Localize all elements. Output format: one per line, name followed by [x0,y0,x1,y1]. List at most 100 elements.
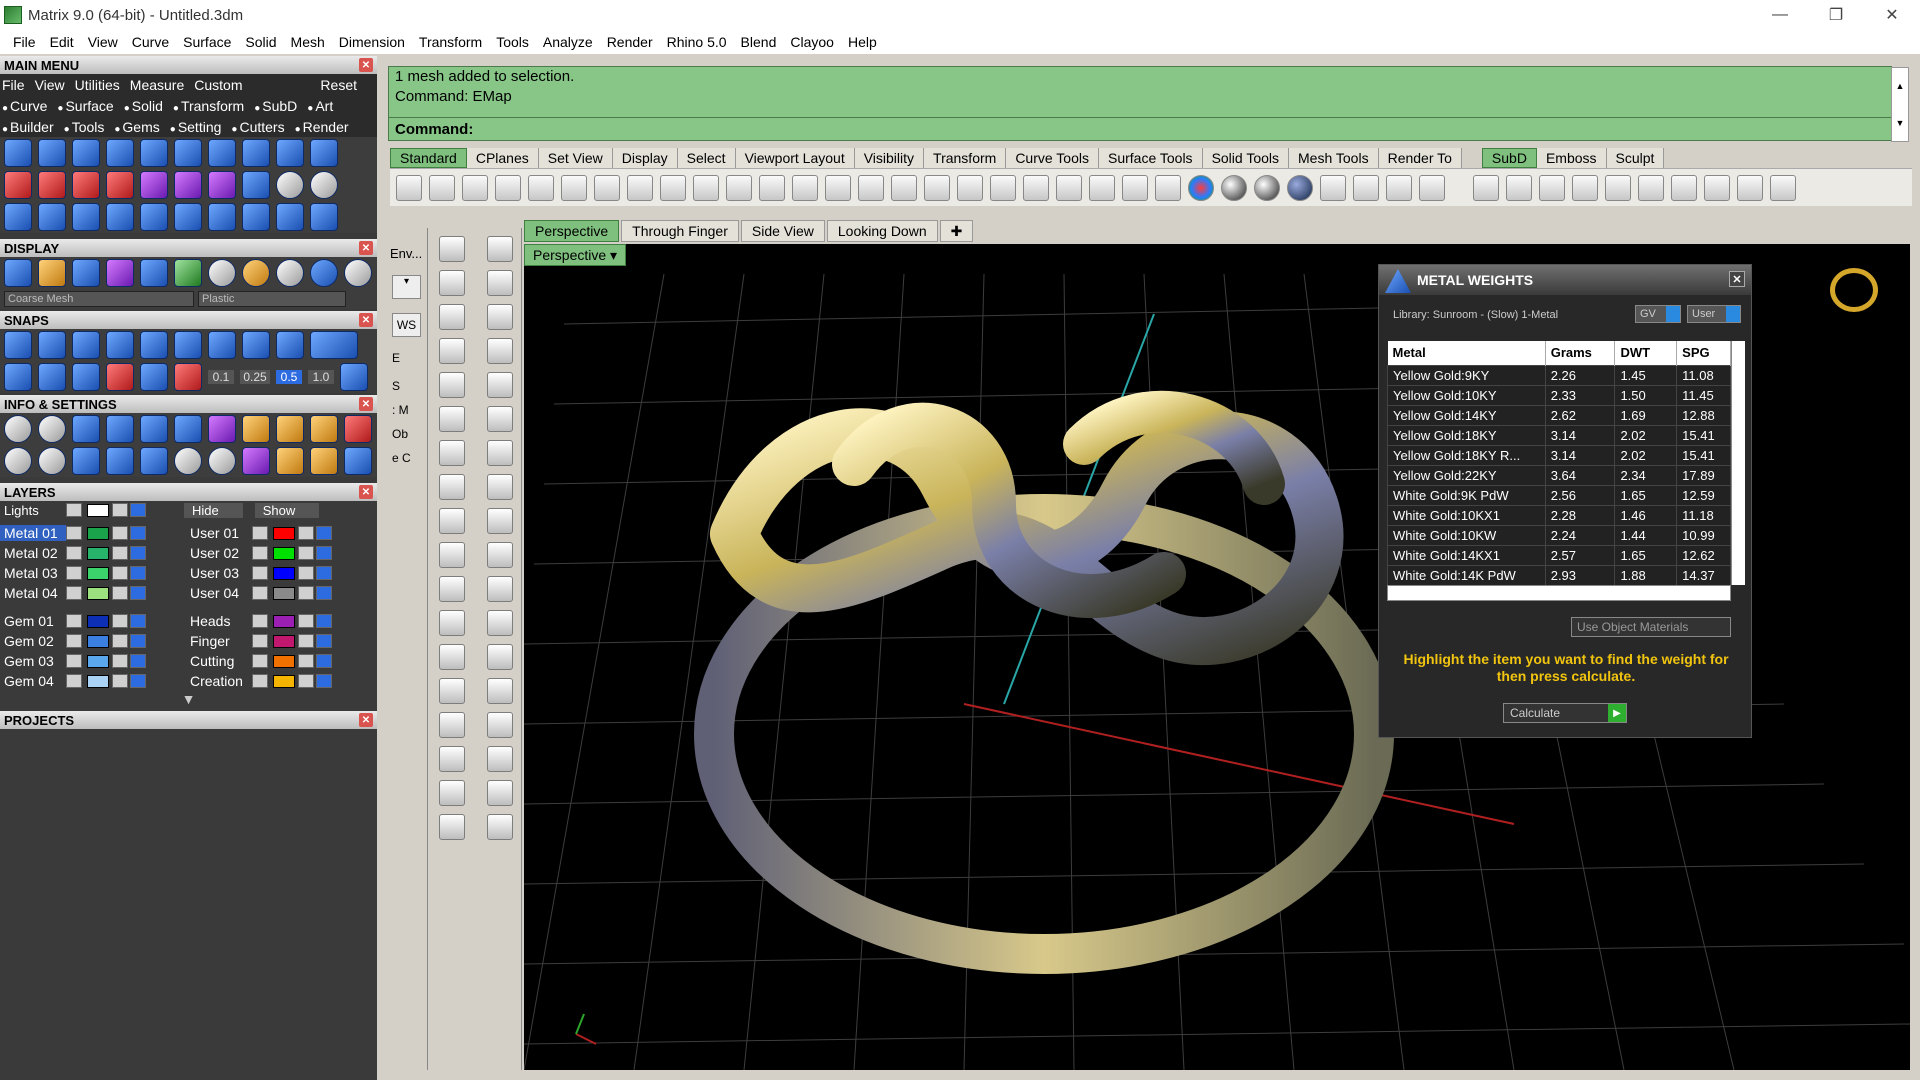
close-icon[interactable]: ✕ [359,485,373,499]
control-points-icon[interactable] [486,270,513,296]
snap-perp-icon[interactable] [140,331,168,359]
close-icon[interactable]: ✕ [359,397,373,411]
polygon-icon[interactable] [439,338,465,364]
car-icon[interactable] [957,174,983,201]
pan-icon[interactable] [693,174,719,201]
zoom-selected-icon[interactable] [858,174,884,201]
layer-color-swatch[interactable] [87,586,109,600]
lock-icon[interactable] [112,566,128,580]
layer-color-swatch[interactable] [273,546,295,560]
group-icon[interactable] [439,678,465,704]
light-icon[interactable] [38,259,66,287]
open-icon[interactable] [429,174,455,201]
rectangle-icon[interactable] [486,338,513,364]
layer-name[interactable]: Metal 02 [0,545,66,561]
table-row[interactable]: Yellow Gold:22KY 3.64 2.34 17.89 [1387,464,1731,486]
gold-sphere-icon[interactable] [242,259,270,287]
layer-name[interactable]: Gem 03 [0,653,66,669]
snap-project-icon[interactable] [106,363,134,391]
layer-row[interactable]: Gem 02 [0,631,186,651]
layer-name[interactable]: Finger [186,633,252,649]
layers-collapse-icon[interactable]: ▼ [0,691,377,711]
tab-side-view[interactable]: Side View [740,220,825,242]
expand-icon[interactable] [252,674,268,688]
toolbar-tab-select[interactable]: Select [677,148,736,168]
snap-value-0-25[interactable]: 0.25 [240,370,270,384]
toolbar-tab-curve-tools[interactable]: Curve Tools [1006,148,1099,168]
menu-curve[interactable]: Curve [125,34,176,50]
layer-row[interactable]: User 03 [186,563,372,583]
mm-utilities[interactable]: Utilities [75,77,120,93]
edit-icon[interactable] [174,415,202,443]
light-setup-icon[interactable] [276,447,304,475]
curve-icon[interactable] [38,203,66,231]
blue-sphere-icon[interactable] [1287,174,1313,201]
explode-icon[interactable] [439,508,465,534]
layer-name[interactable]: Gem 04 [0,673,66,689]
layer-row[interactable]: Heads [186,611,372,631]
chrome-sphere-icon[interactable] [276,259,304,287]
document-icon[interactable] [140,415,168,443]
add-icon[interactable] [4,171,32,199]
layer-row[interactable]: Gem 01 [0,611,186,631]
visible-icon[interactable] [316,614,332,628]
toolbar-tab-set-view[interactable]: Set View [538,148,613,168]
table-row[interactable]: White Gold:14K PdW 2.93 1.88 14.37 [1387,564,1731,586]
layer-color-swatch[interactable] [87,566,109,580]
lock-icon[interactable] [1122,174,1148,201]
cutter-icon[interactable] [310,139,338,167]
toolbar-tab-viewport-layout[interactable]: Viewport Layout [735,148,855,168]
mm-file[interactable]: File [2,77,25,93]
help-icon[interactable] [1419,174,1445,201]
layer-color-swatch[interactable] [273,634,295,648]
subd-icon[interactable] [1473,174,1499,201]
copy-icon[interactable] [594,174,620,201]
surface-icon[interactable] [439,406,465,432]
ring-builder-icon[interactable] [4,139,32,167]
visible-icon[interactable] [316,586,332,600]
display-grid-icon[interactable] [174,259,202,287]
layer-color-swatch[interactable] [273,614,295,628]
lock-icon[interactable] [298,526,314,540]
split-tool-icon[interactable] [486,542,513,568]
expand-icon[interactable] [66,614,82,628]
table-row[interactable]: Yellow Gold:14KY 2.62 1.69 12.88 [1387,404,1731,426]
paint-icon[interactable] [486,814,513,840]
layer-name[interactable]: User 01 [186,525,252,541]
layer-row[interactable]: Gem 03 [0,651,186,671]
snap-value-0-1[interactable]: 0.1 [208,370,234,384]
plane-icon[interactable] [486,474,513,500]
mm-custom[interactable]: Custom [194,77,242,93]
gv-toggle[interactable]: GV [1635,305,1681,323]
mm-builder[interactable]: Builder [2,119,54,135]
table-row[interactable]: White Gold:10KW 2.24 1.44 10.99 [1387,524,1731,546]
block-icon[interactable] [439,712,465,738]
visible-icon[interactable] [130,674,146,688]
command-prompt[interactable]: Command: [389,117,1891,141]
rotate-view-icon[interactable] [726,174,752,201]
text-icon[interactable] [439,644,465,670]
layer-row[interactable]: Metal 01 [0,523,186,543]
toolbar-tab-visibility[interactable]: Visibility [854,148,925,168]
lock-icon[interactable] [298,546,314,560]
report-icon[interactable] [344,415,372,443]
layer-color-swatch[interactable] [273,674,295,688]
expand-icon[interactable] [66,654,82,668]
subd-pipe-icon[interactable] [1605,174,1631,201]
expand-icon[interactable] [252,566,268,580]
gumball-icon[interactable] [486,746,513,772]
snap-settings-icon[interactable] [340,363,368,391]
flow-icon[interactable] [174,203,202,231]
layer-row[interactable]: User 04 [186,583,372,603]
menu-transform[interactable]: Transform [412,34,489,50]
snap-ortho-icon[interactable] [38,363,66,391]
layer-name[interactable]: Metal 03 [0,565,66,581]
trim-icon[interactable] [439,542,465,568]
mm-reset[interactable]: Reset [320,77,357,93]
snap-knot-icon[interactable] [276,331,304,359]
layer-color-swatch[interactable] [273,526,295,540]
col-spg[interactable]: SPG [1676,341,1731,365]
expand-icon[interactable] [252,614,268,628]
env-s-checkbox[interactable]: S [392,379,421,393]
mm-transform[interactable]: Transform [173,98,244,114]
